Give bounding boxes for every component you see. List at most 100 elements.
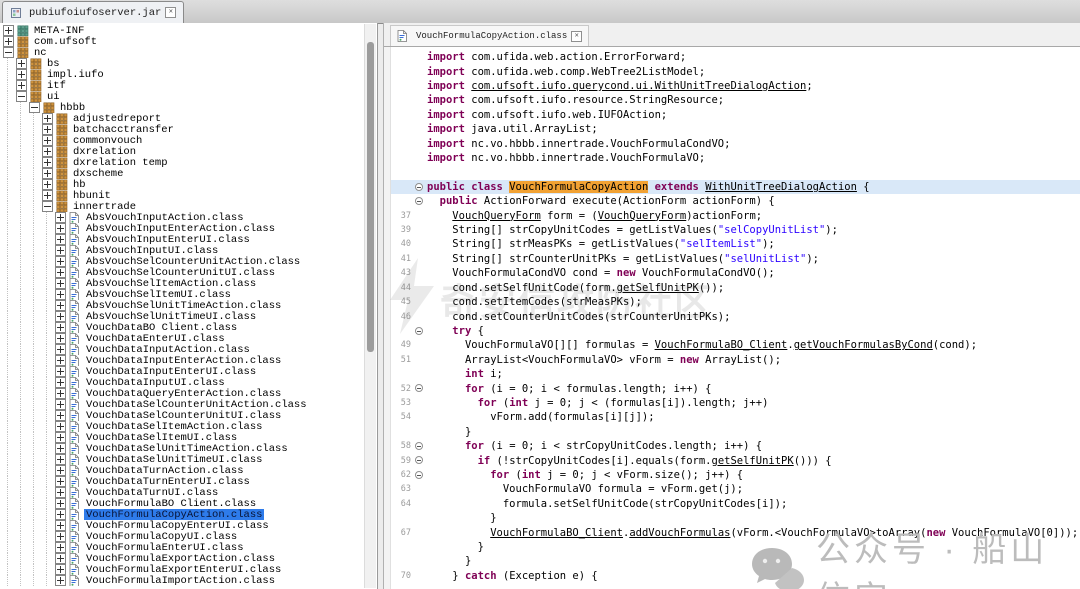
code-link[interactable]: VouchQueryForm bbox=[598, 210, 687, 222]
tree-item[interactable]: AbsVouchSelUnitTimeUI.class bbox=[3, 311, 363, 322]
expand-toggle-icon[interactable] bbox=[55, 366, 66, 377]
tree-item[interactable]: AbsVouchSelCounterUnitUI.class bbox=[3, 267, 363, 278]
expand-toggle-icon[interactable] bbox=[55, 223, 66, 234]
tree-item[interactable]: VouchDataInputAction.class bbox=[3, 344, 363, 355]
tree-item[interactable]: VouchDataBO Client.class bbox=[3, 322, 363, 333]
expand-toggle-icon[interactable] bbox=[16, 58, 27, 69]
expand-toggle-icon[interactable] bbox=[55, 388, 66, 399]
expand-toggle-icon[interactable] bbox=[55, 564, 66, 575]
code-link[interactable]: com.ufsoft.iufo.querycond.ui.WithUnitTre… bbox=[471, 80, 806, 92]
expand-toggle-icon[interactable] bbox=[42, 157, 53, 168]
expand-toggle-icon[interactable] bbox=[42, 124, 53, 135]
expand-toggle-icon[interactable] bbox=[55, 322, 66, 333]
collapse-toggle-icon[interactable] bbox=[3, 47, 14, 58]
expand-toggle-icon[interactable] bbox=[55, 432, 66, 443]
expand-toggle-icon[interactable] bbox=[55, 454, 66, 465]
code-link[interactable]: WithUnitTreeDialogAction bbox=[705, 181, 857, 193]
tree-item[interactable]: VouchFormulaBO Client.class bbox=[3, 498, 363, 509]
tree-item[interactable]: commonvouch bbox=[3, 135, 363, 146]
expand-toggle-icon[interactable] bbox=[55, 575, 66, 586]
code-link[interactable]: VouchFormulaBO_Client bbox=[490, 527, 623, 539]
expand-toggle-icon[interactable] bbox=[3, 36, 14, 47]
collapse-fold-icon[interactable] bbox=[415, 456, 423, 464]
tab-class-file[interactable]: VouchFormulaCopyAction.class ✕ bbox=[390, 25, 589, 46]
tree-item[interactable]: VouchDataInputUI.class bbox=[3, 377, 363, 388]
expand-toggle-icon[interactable] bbox=[42, 146, 53, 157]
expand-toggle-icon[interactable] bbox=[55, 542, 66, 553]
tree-item[interactable]: AbsVouchSelItemAction.class bbox=[3, 278, 363, 289]
collapse-fold-icon[interactable] bbox=[415, 327, 423, 335]
tree-item[interactable]: dxrelation temp bbox=[3, 157, 363, 168]
tree-item[interactable]: VouchFormulaCopyEnterUI.class bbox=[3, 520, 363, 531]
collapse-fold-icon[interactable] bbox=[415, 197, 423, 205]
expand-toggle-icon[interactable] bbox=[42, 135, 53, 146]
tree-item[interactable]: VouchDataQueryEnterAction.class bbox=[3, 388, 363, 399]
tree-item[interactable]: AbsVouchSelItemUI.class bbox=[3, 289, 363, 300]
tree-item[interactable]: VouchDataSelCounterUnitUI.class bbox=[3, 410, 363, 421]
expand-toggle-icon[interactable] bbox=[55, 531, 66, 542]
code-link[interactable]: getSelfUnitPK bbox=[617, 282, 699, 294]
tree-item[interactable]: META-INF bbox=[3, 25, 363, 36]
expand-toggle-icon[interactable] bbox=[55, 520, 66, 531]
tree-item[interactable]: VouchDataTurnUI.class bbox=[3, 487, 363, 498]
expand-toggle-icon[interactable] bbox=[55, 476, 66, 487]
expand-toggle-icon[interactable] bbox=[42, 190, 53, 201]
expand-toggle-icon[interactable] bbox=[55, 289, 66, 300]
expand-toggle-icon[interactable] bbox=[55, 212, 66, 223]
code-link[interactable]: addVouchFormulas bbox=[629, 527, 730, 539]
tree-item[interactable]: ui bbox=[3, 91, 363, 102]
tree-item[interactable]: AbsVouchInputAction.class bbox=[3, 212, 363, 223]
tree-item[interactable]: bs bbox=[3, 58, 363, 69]
tree-item[interactable]: VouchDataEnterUI.class bbox=[3, 333, 363, 344]
expand-toggle-icon[interactable] bbox=[16, 69, 27, 80]
tree-item[interactable]: impl.iufo bbox=[3, 69, 363, 80]
tree-item[interactable]: VouchDataSelItemAction.class bbox=[3, 421, 363, 432]
expand-toggle-icon[interactable] bbox=[42, 113, 53, 124]
code-link[interactable]: getVouchFormulasByCond bbox=[794, 339, 933, 351]
expand-toggle-icon[interactable] bbox=[55, 300, 66, 311]
expand-toggle-icon[interactable] bbox=[55, 410, 66, 421]
tree-item[interactable]: nc bbox=[3, 47, 363, 58]
expand-toggle-icon[interactable] bbox=[55, 311, 66, 322]
tree-scrollbar-track[interactable] bbox=[364, 24, 376, 588]
tree-item[interactable]: VouchDataSelUnitTimeUI.class bbox=[3, 454, 363, 465]
tree-item[interactable]: AbsVouchInputUI.class bbox=[3, 245, 363, 256]
tree-item[interactable]: VouchFormulaEnterUI.class bbox=[3, 542, 363, 553]
tree-item[interactable]: AbsVouchSelCounterUnitAction.class bbox=[3, 256, 363, 267]
tree-item[interactable]: VouchFormulaExportAction.class bbox=[3, 553, 363, 564]
tree-scrollbar-thumb[interactable] bbox=[367, 42, 374, 352]
collapse-fold-icon[interactable] bbox=[415, 384, 423, 392]
tree-item[interactable]: VouchDataSelItemUI.class bbox=[3, 432, 363, 443]
expand-toggle-icon[interactable] bbox=[3, 25, 14, 36]
tree-item[interactable]: com.ufsoft bbox=[3, 36, 363, 47]
collapse-toggle-icon[interactable] bbox=[42, 201, 53, 212]
collapse-toggle-icon[interactable] bbox=[29, 102, 40, 113]
code-link[interactable]: VouchQueryForm bbox=[452, 210, 541, 222]
tree-item[interactable]: batchacctransfer bbox=[3, 124, 363, 135]
expand-toggle-icon[interactable] bbox=[55, 355, 66, 366]
tree-item[interactable]: dxrelation bbox=[3, 146, 363, 157]
expand-toggle-icon[interactable] bbox=[55, 399, 66, 410]
expand-toggle-icon[interactable] bbox=[55, 278, 66, 289]
expand-toggle-icon[interactable] bbox=[55, 443, 66, 454]
collapse-toggle-icon[interactable] bbox=[16, 91, 27, 102]
collapse-fold-icon[interactable] bbox=[415, 183, 423, 191]
code-link[interactable]: getSelfUnitPK bbox=[712, 455, 794, 467]
tree-item[interactable]: VouchFormulaCopyUI.class bbox=[3, 531, 363, 542]
tree-item[interactable]: VouchFormulaExportEnterUI.class bbox=[3, 564, 363, 575]
expand-toggle-icon[interactable] bbox=[55, 256, 66, 267]
expand-toggle-icon[interactable] bbox=[55, 333, 66, 344]
expand-toggle-icon[interactable] bbox=[55, 465, 66, 476]
expand-toggle-icon[interactable] bbox=[55, 421, 66, 432]
tree-item[interactable]: itf bbox=[3, 80, 363, 91]
tree-item[interactable]: VouchDataInputEnterAction.class bbox=[3, 355, 363, 366]
expand-toggle-icon[interactable] bbox=[55, 553, 66, 564]
close-icon[interactable]: ✕ bbox=[165, 7, 176, 18]
expand-toggle-icon[interactable] bbox=[55, 377, 66, 388]
tree-item[interactable]: AbsVouchInputEnterUI.class bbox=[3, 234, 363, 245]
tab-jar-file[interactable]: pubiufoiufoserver.jar ✕ bbox=[2, 1, 184, 23]
collapse-fold-icon[interactable] bbox=[415, 471, 423, 479]
expand-toggle-icon[interactable] bbox=[42, 168, 53, 179]
tree-item[interactable]: hbbb bbox=[3, 102, 363, 113]
expand-toggle-icon[interactable] bbox=[55, 509, 66, 520]
